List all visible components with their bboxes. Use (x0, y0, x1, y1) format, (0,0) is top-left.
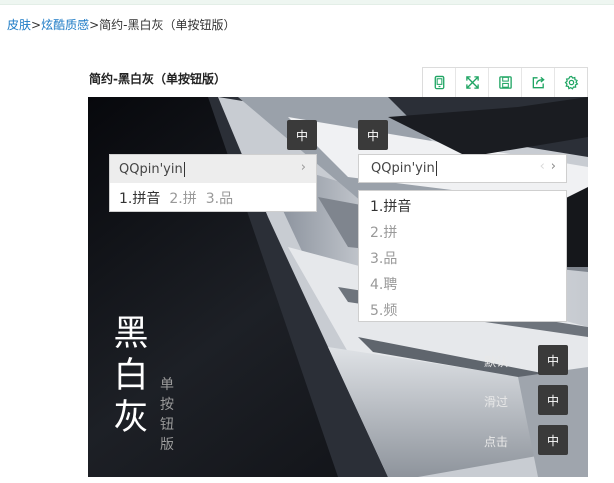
status-button-vertical[interactable]: 中 (358, 120, 388, 150)
skin-variant-char: 按 (160, 397, 174, 413)
candidate-item[interactable]: 2.拼 (169, 188, 196, 208)
candidate-item[interactable]: 1.拼音 (119, 188, 160, 208)
skin-name-title: 黑 白 灰 (110, 313, 152, 439)
candidate-item[interactable]: 1.拼音 (359, 194, 566, 220)
skin-variant-label: 单 按 钮 版 (158, 375, 176, 455)
phone-preview-icon (434, 75, 444, 90)
phone-preview-button[interactable] (423, 68, 455, 97)
ime-horizontal-panel: QQpin'yin › 1.拼音 2.拼 3.品 (109, 154, 317, 212)
breadcrumb: 皮肤>炫酷质感>简约-黑白灰（单按钮版） (7, 16, 236, 33)
settings-icon (564, 75, 578, 90)
state-label-hover: 滑过 (484, 395, 509, 409)
next-page-icon[interactable]: › (551, 159, 556, 174)
breadcrumb-link-cool-texture[interactable]: 炫酷质感 (41, 18, 89, 32)
card-title: 简约-黑白灰（单按钮版） (89, 72, 226, 86)
state-label-default: 默认 (484, 355, 509, 369)
state-label-pressed: 点击 (484, 435, 509, 449)
breadcrumb-separator: > (31, 18, 42, 32)
composition-text: QQpin'yin (371, 161, 435, 176)
skin-variant-char: 单 (160, 377, 174, 393)
skin-name-char: 黑 (113, 314, 149, 354)
page-nav: ‹ › (540, 159, 556, 174)
composition-text: QQpin'yin (119, 161, 183, 177)
skin-preview: 中 中 QQpin'yin › 1.拼音 2.拼 3.品 QQpin'yin ‹… (88, 97, 588, 477)
candidate-item[interactable]: 3.品 (359, 246, 566, 272)
candidate-item[interactable]: 5.频 (359, 298, 566, 324)
share-button[interactable] (521, 68, 554, 97)
breadcrumb-separator: > (89, 18, 100, 32)
prev-page-icon[interactable]: ‹ (540, 159, 545, 174)
skin-variant-char: 钮 (160, 417, 174, 433)
skin-variant-char: 版 (160, 437, 174, 453)
save-button[interactable] (488, 68, 521, 97)
fullscreen-button[interactable] (455, 68, 488, 97)
composition-bar[interactable]: QQpin'yin › (110, 155, 316, 183)
status-button-horizontal[interactable]: 中 (287, 120, 317, 150)
text-caret (435, 161, 437, 176)
state-button-hover[interactable]: 中 (538, 385, 568, 415)
save-icon (498, 76, 512, 89)
candidate-item[interactable]: 2.拼 (359, 220, 566, 246)
top-bar (0, 0, 614, 5)
preview-toolbar (422, 67, 588, 97)
next-page-icon[interactable]: › (301, 160, 306, 175)
state-button-pressed[interactable]: 中 (538, 425, 568, 455)
candidate-item[interactable]: 3.品 (206, 188, 233, 208)
share-icon (532, 76, 545, 89)
skin-name-char: 灰 (113, 398, 149, 438)
ime-vertical-composition[interactable]: QQpin'yin ‹ › (358, 154, 567, 183)
breadcrumb-current: 简约-黑白灰（单按钮版） (99, 18, 236, 32)
breadcrumb-link-skins[interactable]: 皮肤 (7, 18, 31, 32)
fullscreen-icon (465, 76, 479, 89)
candidate-list: 1.拼音 2.拼 3.品 (110, 183, 316, 212)
candidate-item[interactable]: 4.聘 (359, 272, 566, 298)
settings-button[interactable] (554, 68, 587, 97)
skin-name-char: 白 (113, 356, 149, 396)
text-caret (183, 161, 185, 177)
state-button-default[interactable]: 中 (538, 345, 568, 375)
ime-vertical-candidates: 1.拼音 2.拼 3.品 4.聘 5.频 (358, 190, 567, 322)
